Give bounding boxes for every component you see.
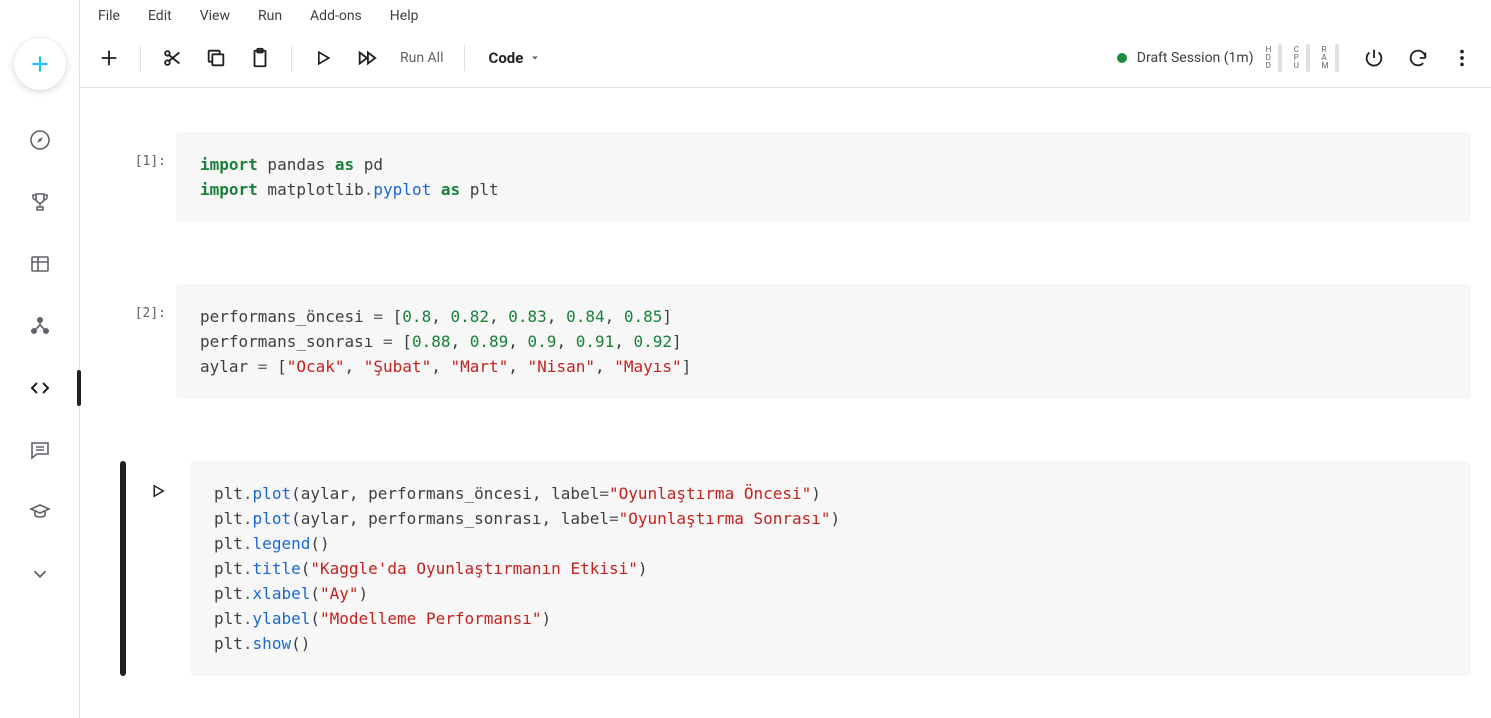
menu-help[interactable]: Help: [390, 8, 419, 24]
cell-prompt: [2]:: [126, 284, 176, 321]
sidebar-item-explore[interactable]: [18, 118, 62, 162]
power-icon: [1363, 47, 1385, 69]
cell-type-dropdown[interactable]: Code: [477, 49, 550, 67]
add-cell-button[interactable]: [90, 39, 128, 77]
code-cell[interactable]: plt.plot(aylar, performans_öncesi, label…: [190, 461, 1471, 676]
cell-2[interactable]: [2]: performans_öncesi = [0.8, 0.82, 0.8…: [120, 284, 1471, 399]
scissors-icon: [161, 47, 183, 69]
code-cell[interactable]: import pandas as pd import matplotlib.py…: [176, 132, 1471, 222]
restart-button[interactable]: [1399, 39, 1437, 77]
ram-meter: [1335, 44, 1339, 72]
toolbar: Run All Code Draft Session (1m) H D D C …: [80, 28, 1491, 88]
fast-forward-icon: [356, 47, 378, 69]
sidebar-item-models[interactable]: [18, 304, 62, 348]
status-dot-icon: [1117, 53, 1127, 63]
cell-1[interactable]: [1]: import pandas as pd import matplotl…: [120, 132, 1471, 222]
session-status[interactable]: Draft Session (1m) H D D C P U R A M: [1117, 44, 1339, 72]
cpu-meter: [1306, 44, 1310, 72]
more-options-button[interactable]: [1443, 39, 1481, 77]
menubar: File Edit View Run Add-ons Help: [80, 4, 1491, 28]
fast-forward-button[interactable]: [348, 39, 386, 77]
sidebar-item-code[interactable]: [18, 366, 62, 410]
hdd-label: H D D: [1266, 46, 1272, 70]
cell-type-label: Code: [489, 49, 524, 67]
caret-down-icon: [529, 52, 541, 64]
comment-icon: [28, 438, 52, 462]
code-content[interactable]: performans_öncesi = [0.8, 0.82, 0.83, 0.…: [200, 304, 1447, 379]
run-cell-button[interactable]: [146, 479, 170, 503]
sidebar-item-more[interactable]: [18, 552, 62, 596]
plus-icon: [27, 51, 53, 77]
menu-edit[interactable]: Edit: [148, 8, 172, 24]
copy-button[interactable]: [197, 39, 235, 77]
menu-view[interactable]: View: [200, 8, 230, 24]
chevron-down-icon: [29, 563, 51, 585]
left-sidebar: [0, 0, 80, 718]
more-vertical-icon: [1451, 47, 1473, 69]
graduation-cap-icon: [28, 500, 52, 524]
paste-button[interactable]: [241, 39, 279, 77]
cpu-label: C P U: [1294, 46, 1300, 70]
cut-button[interactable]: [153, 39, 191, 77]
code-content[interactable]: plt.plot(aylar, performans_öncesi, label…: [214, 481, 1447, 656]
create-button[interactable]: [14, 38, 66, 90]
notebook-area[interactable]: [1]: import pandas as pd import matplotl…: [80, 88, 1491, 718]
power-button[interactable]: [1355, 39, 1393, 77]
plus-icon: [98, 47, 120, 69]
ram-label: R A M: [1322, 46, 1329, 70]
cell-3[interactable]: plt.plot(aylar, performans_öncesi, label…: [120, 461, 1471, 676]
run-all-button[interactable]: Run All: [392, 50, 452, 66]
play-icon: [149, 482, 167, 500]
sidebar-item-discussions[interactable]: [18, 428, 62, 472]
code-cell[interactable]: performans_öncesi = [0.8, 0.82, 0.83, 0.…: [176, 284, 1471, 399]
table-icon: [28, 252, 52, 276]
clipboard-icon: [249, 47, 271, 69]
active-marker: [77, 370, 81, 406]
separator: [140, 45, 141, 71]
menu-file[interactable]: File: [98, 8, 120, 24]
code-icon: [28, 376, 52, 400]
code-content[interactable]: import pandas as pd import matplotlib.py…: [200, 152, 1447, 202]
copy-icon: [205, 47, 227, 69]
hdd-meter: [1278, 44, 1282, 72]
menu-addons[interactable]: Add-ons: [310, 8, 362, 24]
sidebar-item-learn[interactable]: [18, 490, 62, 534]
trophy-icon: [28, 190, 52, 214]
play-icon: [313, 48, 333, 68]
sidebar-item-competitions[interactable]: [18, 180, 62, 224]
network-icon: [28, 314, 52, 338]
separator: [291, 45, 292, 71]
status-text: Draft Session (1m): [1137, 50, 1254, 66]
menu-run[interactable]: Run: [258, 8, 282, 24]
cell-prompt: [1]:: [126, 132, 176, 169]
separator: [464, 45, 465, 71]
run-cell-button[interactable]: [304, 39, 342, 77]
compass-icon: [28, 128, 52, 152]
sidebar-item-datasets[interactable]: [18, 242, 62, 286]
refresh-icon: [1407, 47, 1429, 69]
